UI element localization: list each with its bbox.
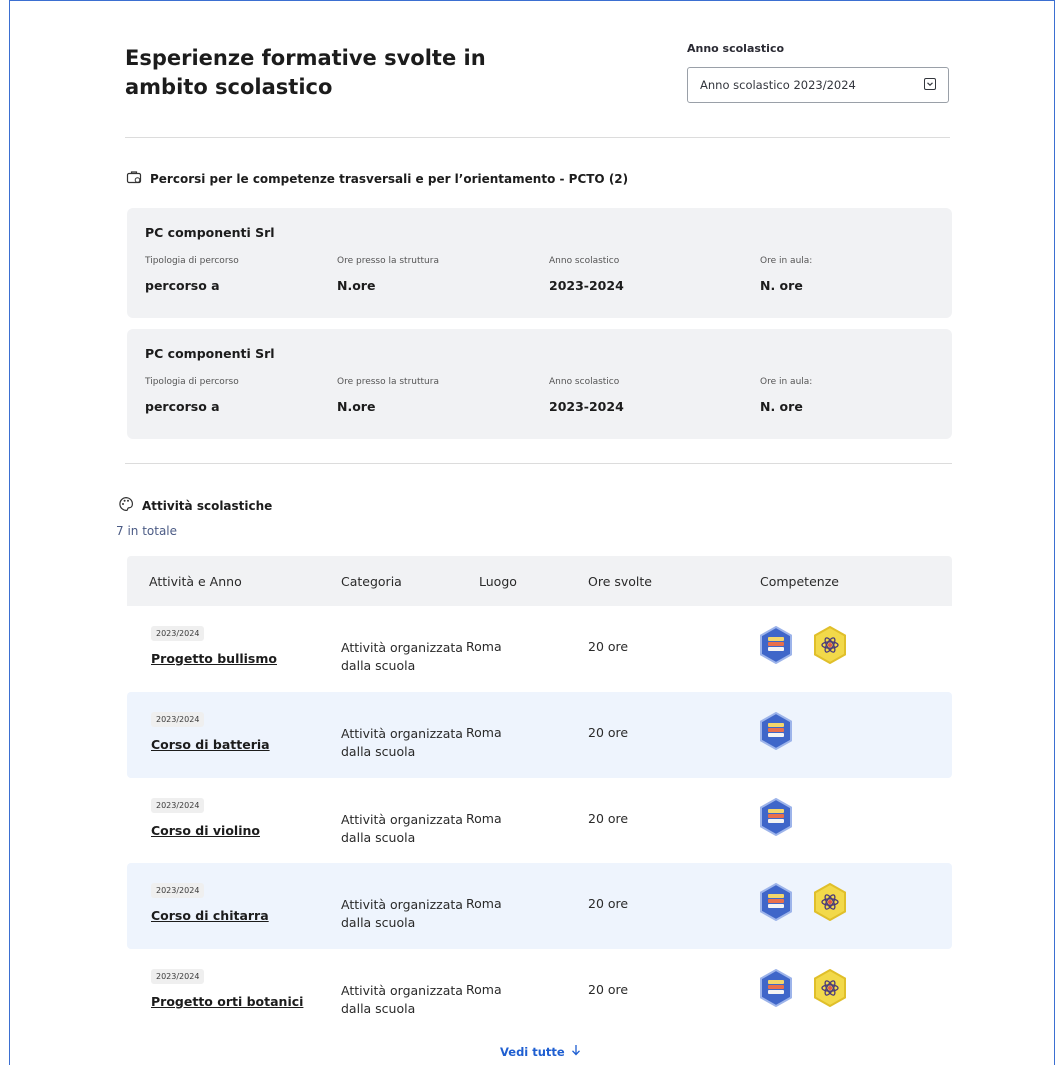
ore-struttura-label: Ore presso la struttura [337,377,439,387]
year-tag: 2023/2024 [151,712,205,727]
activity-link[interactable]: Progetto orti botanici [151,994,303,1009]
show-all-label: Vedi tutte [500,1044,565,1059]
pcto-card: PC componenti Srl Tipologia di percorso … [127,208,952,318]
activity-link[interactable]: Corso di violino [151,823,260,838]
competence-badges [759,882,847,922]
column-header-competenze: Competenze [760,574,839,589]
pcto-card: PC componenti Srl Tipologia di percorso … [127,329,952,439]
activity-link[interactable]: Progetto bullismo [151,651,277,666]
divider [125,137,950,138]
tipologia-value: percorso a [145,399,220,414]
activity-place: Roma [466,639,502,654]
tipologia-value: percorso a [145,278,220,293]
year-select-label: Anno scolastico [687,42,785,55]
activity-place: Roma [466,725,502,740]
attivita-heading-text: Attività scolastiche [142,498,273,513]
attivita-heading: Attività scolastiche [118,496,272,515]
activity-category: Attività organizzata dalla scuola [341,640,463,673]
column-header-ore: Ore svolte [588,574,652,589]
anno-label: Anno scolastico [549,256,620,266]
book-badge-icon[interactable] [759,625,793,665]
book-badge-icon[interactable] [759,797,793,837]
ore-aula-value: N. ore [760,399,803,414]
ore-struttura-label: Ore presso la struttura [337,256,439,266]
palette-icon [118,496,134,515]
year-tag: 2023/2024 [151,883,205,898]
activity-category: Attività organizzata dalla scuola [341,983,463,1016]
book-badge-icon[interactable] [759,882,793,922]
year-select-value: Anno scolastico 2023/2024 [700,78,856,92]
chevron-down-icon [924,78,936,90]
pcto-heading-text: Percorsi per le competenze trasversali e… [150,171,629,186]
table-header: Attività e Anno Categoria Luogo Ore svol… [127,556,952,606]
competence-badges [759,711,793,751]
atom-badge-icon[interactable] [813,968,847,1008]
atom-badge-icon[interactable] [813,882,847,922]
table-row: 2023/2024 Progetto orti botanici Attivit… [127,949,952,1035]
activity-place: Roma [466,896,502,911]
competence-badges [759,968,847,1008]
year-tag: 2023/2024 [151,798,205,813]
book-badge-icon[interactable] [759,968,793,1008]
anno-label: Anno scolastico [549,377,620,387]
ore-aula-label: Ore in aula: [760,377,813,387]
atom-badge-icon[interactable] [813,625,847,665]
table-row: 2023/2024 Progetto bullismo Attività org… [127,606,952,692]
table-row: 2023/2024 Corso di batteria Attività org… [127,692,952,778]
activity-hours: 20 ore [588,811,629,826]
anno-value: 2023-2024 [549,399,624,414]
activity-link[interactable]: Corso di chitarra [151,908,269,923]
activity-category: Attività organizzata dalla scuola [341,812,463,845]
book-badge-icon[interactable] [759,711,793,751]
competence-badges [759,625,847,665]
ore-struttura-value: N.ore [337,399,376,414]
ore-aula-value: N. ore [760,278,803,293]
activity-category: Attività organizzata dalla scuola [341,726,463,759]
column-header-luogo: Luogo [479,574,517,589]
activity-category: Attività organizzata dalla scuola [341,897,463,930]
activity-place: Roma [466,811,502,826]
divider [125,463,952,464]
activity-count: 7 in totale [116,524,178,538]
activity-place: Roma [466,982,502,997]
year-tag: 2023/2024 [151,626,205,641]
activity-link[interactable]: Corso di batteria [151,737,270,752]
column-header-categoria: Categoria [341,574,402,589]
activity-hours: 20 ore [588,982,629,997]
pcto-heading: Percorsi per le competenze trasversali e… [126,169,628,188]
tipologia-label: Tipologia di percorso [145,377,239,387]
activity-hours: 20 ore [588,725,629,740]
table-row: 2023/2024 Corso di chitarra Attività org… [127,863,952,949]
table-row: 2023/2024 Corso di violino Attività orga… [127,778,952,864]
show-all-link[interactable]: Vedi tutte [500,1044,581,1059]
tipologia-label: Tipologia di percorso [145,256,239,266]
competence-badges [759,797,793,837]
activity-hours: 20 ore [588,896,629,911]
ore-aula-label: Ore in aula: [760,256,813,266]
page-title: Esperienze formative svolte in ambito sc… [125,46,486,99]
year-tag: 2023/2024 [151,969,205,984]
column-header-attivita: Attività e Anno [149,574,242,589]
card-company: PC componenti Srl [145,225,275,240]
ore-struttura-value: N.ore [337,278,376,293]
year-select[interactable]: Anno scolastico 2023/2024 [687,67,949,103]
card-company: PC componenti Srl [145,346,275,361]
arrow-down-icon [571,1044,581,1059]
anno-value: 2023-2024 [549,278,624,293]
activity-hours: 20 ore [588,639,629,654]
briefcase-icon [126,169,142,188]
